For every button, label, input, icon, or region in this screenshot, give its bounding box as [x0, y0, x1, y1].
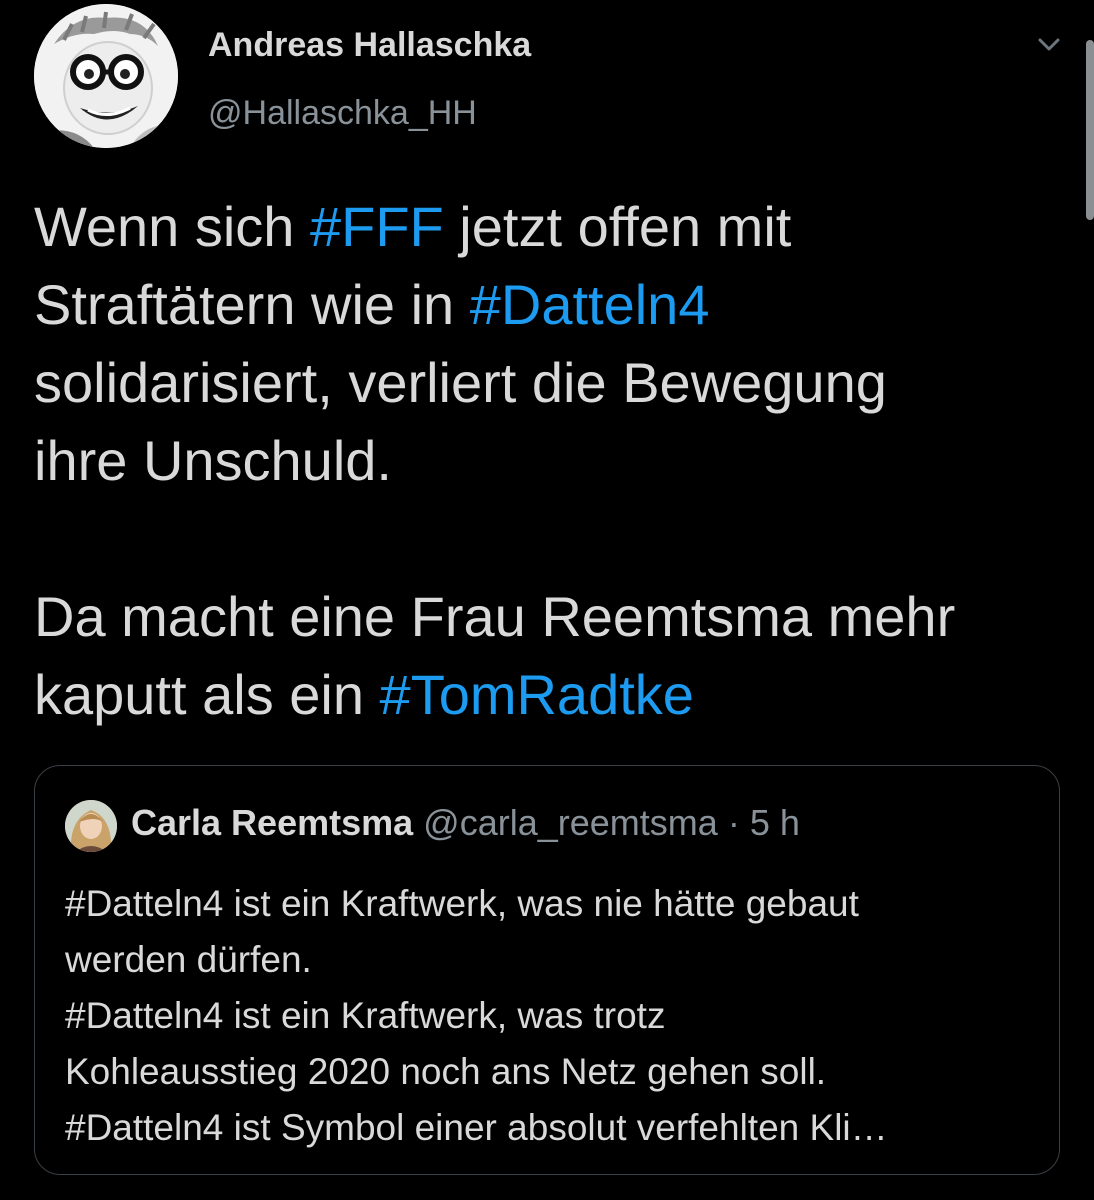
- hashtag-link[interactable]: #FFF: [310, 195, 444, 258]
- author-handle[interactable]: @Hallaschka_HH: [208, 94, 477, 133]
- tweet-text-segment: Wenn sich: [34, 195, 310, 258]
- quoted-tweet-line: #Datteln4 ist ein Kraftwerk, was nie hät…: [65, 883, 859, 924]
- quoted-tweet-card[interactable]: Carla Reemtsma @carla_reemtsma · 5 h #Da…: [34, 765, 1060, 1175]
- tweet-menu-button[interactable]: [1032, 30, 1066, 60]
- quoted-tweet-text: #Datteln4 ist ein Kraftwerk, was nie hät…: [65, 876, 1045, 1156]
- quoted-tweet-timestamp[interactable]: 5 h: [750, 802, 800, 843]
- quoted-tweet-header: Carla Reemtsma @carla_reemtsma · 5 h: [131, 802, 800, 844]
- tweet-line: kaputt als ein #TomRadtke: [34, 656, 1074, 734]
- chevron-down-icon: [1038, 38, 1060, 51]
- quoted-author-avatar: [65, 800, 117, 852]
- tweet-line: Wenn sich #FFF jetzt offen mit: [34, 188, 1074, 266]
- quoted-tweet-line: werden dürfen.: [65, 939, 312, 980]
- tweet-text-segment: Straftätern wie in: [34, 273, 470, 336]
- tweet-line: solidarisiert, verliert die Bewegung: [34, 351, 887, 414]
- scrollbar[interactable]: [1086, 40, 1094, 220]
- tweet-text: Wenn sich #FFF jetzt offen mit Straftäte…: [34, 188, 1074, 734]
- tweet-line: Straftätern wie in #Datteln4: [34, 266, 1074, 344]
- separator-dot: ·: [727, 802, 740, 843]
- quoted-tweet-line: Kohleausstieg 2020 noch ans Netz gehen s…: [65, 1051, 827, 1092]
- tweet-line: Da macht eine Frau Reemtsma mehr: [34, 585, 956, 648]
- author-name[interactable]: Andreas Hallaschka: [208, 26, 531, 65]
- quoted-author-handle[interactable]: @carla_reemtsma: [423, 802, 718, 843]
- avatar-image: [65, 800, 117, 852]
- avatar-image: [34, 4, 178, 148]
- tweet-text-segment: jetzt offen mit: [443, 195, 792, 258]
- quoted-author-name[interactable]: Carla Reemtsma: [131, 802, 413, 843]
- tweet-text-segment: kaputt als ein: [34, 663, 380, 726]
- hashtag-link[interactable]: #Datteln4: [470, 273, 710, 336]
- author-avatar[interactable]: [34, 4, 178, 148]
- tweet-line: ihre Unschuld.: [34, 429, 392, 492]
- quoted-tweet-line: #Datteln4 ist ein Kraftwerk, was trotz: [65, 995, 666, 1036]
- quoted-tweet-line: #Datteln4 ist Symbol einer absolut verfe…: [65, 1107, 888, 1148]
- hashtag-link[interactable]: #TomRadtke: [380, 663, 694, 726]
